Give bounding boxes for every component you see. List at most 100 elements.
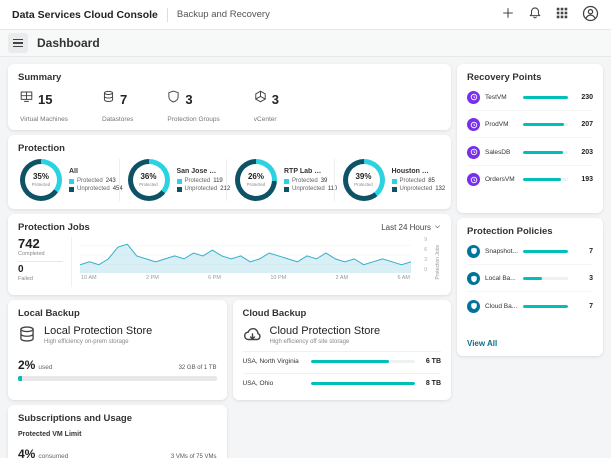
protection-group-houston[interactable]: 39%Protected Houston DC Main Protected85… [334,159,442,201]
donut-center-label: Protected [354,182,372,187]
recovery-count: 203 [573,149,593,156]
vm-icon [20,90,33,108]
protection-group-rtp-lab[interactable]: 26%Protected RTP Lab Sales Protected39 U… [226,159,334,201]
bell-icon [528,6,542,23]
summary-item-protection-groups[interactable]: 3 Protection Groups [167,90,219,126]
time-range-dropdown[interactable]: Last 24 Hours [381,223,441,232]
chevron-down-icon [434,223,441,232]
region-usage-bar [311,382,416,385]
recovery-count: 230 [573,94,593,101]
completed-count: 742 [18,237,63,250]
local-backup-card: Local Backup Local Protection Store High… [8,300,227,400]
unprotected-legend-swatch [392,187,397,192]
avatar-icon [582,5,599,25]
recovery-points-title: Recovery Points [467,72,593,83]
summary-card: Summary 15 Virtual Machines 7 Datastores [8,64,451,130]
region-name: USA, North Virginia [243,358,305,365]
cloud-backup-title: Cloud Backup [243,308,442,319]
group-name: RTP Lab Sales [284,168,326,175]
protected-count: 119 [213,178,223,184]
policy-row[interactable]: Local Ba... 3 [467,265,593,293]
protection-group-san-jose[interactable]: 36%Protected San Jose Datace... Protecte… [119,159,227,201]
jobs-area-chart: 10 AM 2 PM 6 PM 10 PM 2 AM 6 AM [80,237,411,287]
recovery-bar [523,178,568,181]
local-used-label: used [38,364,52,371]
policy-name: Local Ba... [485,275,518,282]
summary-title: Summary [18,72,441,83]
protection-jobs-card: Protection Jobs Last 24 Hours 742 Comple… [8,214,451,295]
backup-row: Local Backup Local Protection Store High… [8,300,451,400]
region-usage-value: 8 TB [421,380,441,387]
cloud-regions: USA, North Virginia 6 TB USA, Ohio 8 TB [243,351,442,393]
group-name: Houston DC Main [392,168,434,175]
recovery-count: 207 [573,121,593,128]
recovery-point-row[interactable]: TestVM 230 [467,83,593,111]
jobs-chart-svg [80,237,411,273]
consumed-label: consumed [38,453,68,458]
notifications-button[interactable] [528,6,542,23]
recovery-point-row[interactable]: SalesDB 203 [467,138,593,166]
x-tick: 10 PM [270,275,286,281]
donut-percent: 39% [355,173,371,181]
topbar-actions [501,5,599,25]
local-used-percent: 2% [18,358,35,372]
policy-shield-icon [467,272,480,285]
policies-list: Snapshot... 7 Local Ba... 3 Cloud Ba... … [467,237,593,319]
y-axis-ticks: 9 6 3 0 [419,237,427,273]
local-usage-bar [18,376,217,381]
protection-donut: 35%Protected [20,159,62,201]
cloud-store-name: Cloud Protection Store [270,325,381,337]
subscriptions-title: Subscriptions and Usage [18,413,217,424]
completed-label: Completed [18,251,63,257]
protection-donut: 36%Protected [128,159,170,201]
recovery-clock-icon [467,118,480,131]
protected-legend-swatch [177,179,182,184]
x-tick: 10 AM [81,275,97,281]
cloud-store-icon [243,325,262,349]
group-name: San Jose Datace... [177,168,219,175]
x-tick: 2 PM [146,275,159,281]
protection-groups: 35%Protected All Protected243 Unprotecte… [18,159,441,201]
recovery-point-row[interactable]: OrdersVM 193 [467,166,593,193]
group-name: All [69,168,111,175]
policy-row[interactable]: Cloud Ba... 7 [467,292,593,319]
page-title: Dashboard [37,36,100,50]
failed-label: Failed [18,276,63,282]
summary-item-virtual-machines[interactable]: 15 Virtual Machines [20,90,68,126]
recovery-bar [523,96,568,99]
consumed-percent: 4% [18,447,35,458]
protection-group-all[interactable]: 35%Protected All Protected243 Unprotecte… [18,159,119,201]
add-button[interactable] [501,6,515,23]
policy-row[interactable]: Snapshot... 7 [467,237,593,265]
policy-shield-icon [467,245,480,258]
summary-value: 3 [272,92,279,107]
disk-store-icon [18,325,36,348]
app-title: Data Services Cloud Console [12,9,158,21]
shield-icon [167,90,180,108]
cloud-region-row: USA, North Virginia 6 TB [243,351,442,371]
y-tick: 9 [419,237,427,243]
user-menu-button[interactable] [582,5,599,25]
recovery-point-row[interactable]: ProdVM 207 [467,111,593,139]
recovery-bar-fill [523,123,564,126]
summary-label: Datastores [102,116,133,123]
x-tick: 6 AM [397,275,410,281]
region-name: USA, Ohio [243,380,305,387]
view-all-link[interactable]: View All [467,339,593,348]
vm-limit-label: Protected VM Limit [18,431,217,438]
stats-divider [18,261,63,262]
apps-button[interactable] [555,6,569,23]
protected-legend-swatch [284,179,289,184]
apps-grid-icon [555,6,569,23]
summary-item-datastores[interactable]: 7 Datastores [102,90,133,126]
summary-item-vcenter[interactable]: 3 vCenter [254,90,279,126]
time-range-label: Last 24 Hours [381,223,431,232]
donut-center-label: Protected [247,182,265,187]
cloud-backup-card: Cloud Backup Cloud Protection Store High… [233,300,452,400]
donut-center-label: Protected [32,182,50,187]
summary-value: 3 [185,92,192,107]
subscriptions-card: Subscriptions and Usage Protected VM Lim… [8,405,227,458]
legend-label: Unprotected [185,186,218,192]
local-capacity: 32 GB of 1 TB [179,365,217,371]
hamburger-menu-button[interactable] [8,33,28,53]
